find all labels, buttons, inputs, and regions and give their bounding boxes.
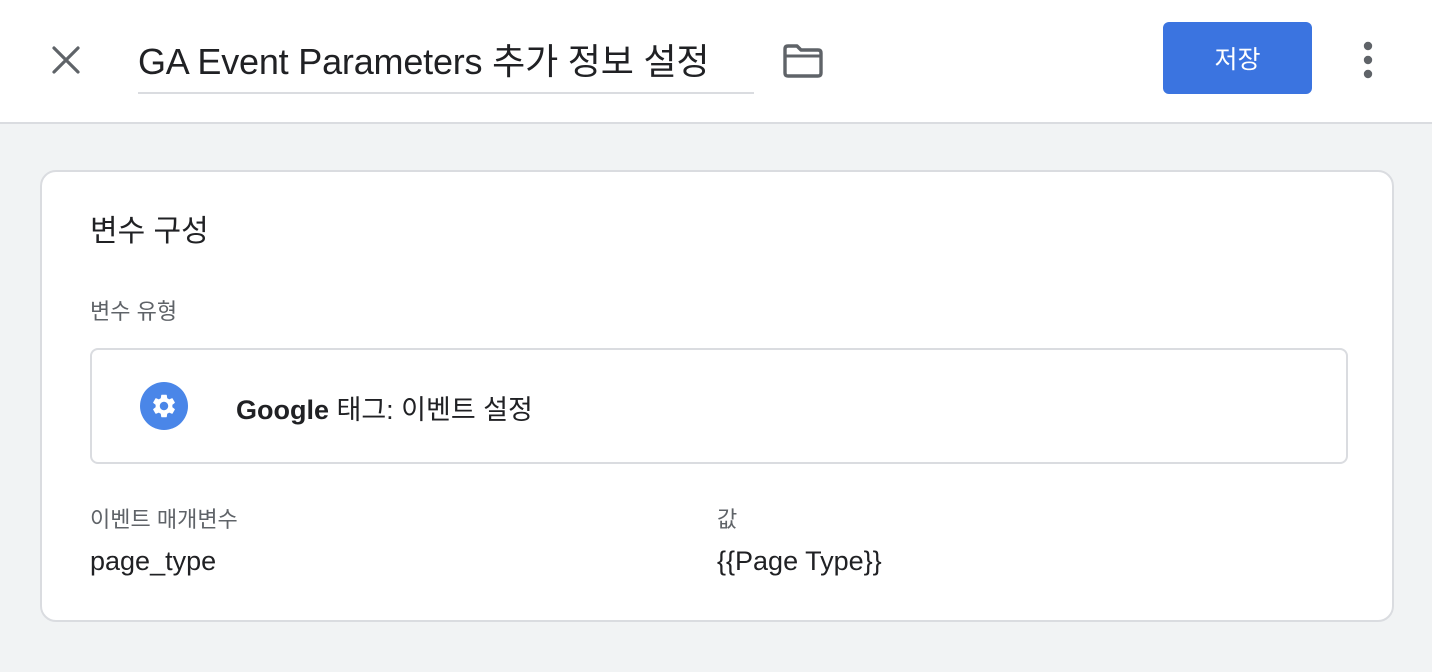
more-vert-icon (1363, 41, 1373, 79)
variable-type-icon-badge (140, 382, 188, 430)
column-header-event-parameter: 이벤트 매개변수 (90, 507, 238, 532)
card-title: 변수 구성 (90, 215, 209, 248)
variable-type-brand: Google (236, 395, 329, 425)
gear-icon (153, 394, 175, 418)
variable-type-label: 변수 유형 (90, 299, 178, 324)
top-bar: GA Event Parameters 추가 정보 설정 저장 (0, 0, 1432, 124)
folder-button[interactable] (778, 38, 828, 84)
title-input[interactable]: GA Event Parameters 추가 정보 설정 (138, 36, 754, 94)
variable-type-text: 태그: 이벤트 설정 (329, 395, 533, 425)
value-cell: {{Page Type}} (717, 546, 882, 576)
variable-type-name: Google 태그: 이벤트 설정 (236, 388, 533, 427)
variable-config-card: 변수 구성 변수 유형 Google 태그: 이벤트 설정 이벤트 매개변수 값… (40, 170, 1394, 622)
folder-icon (783, 44, 823, 78)
save-button[interactable]: 저장 (1163, 22, 1312, 94)
more-options-button[interactable] (1344, 34, 1392, 86)
column-header-value: 값 (717, 507, 738, 532)
variable-type-selector[interactable]: Google 태그: 이벤트 설정 (90, 348, 1348, 464)
page-title: GA Event Parameters 추가 정보 설정 (138, 41, 710, 82)
close-button[interactable] (40, 34, 92, 86)
event-parameter-cell: page_type (90, 546, 217, 576)
close-icon (52, 46, 80, 74)
